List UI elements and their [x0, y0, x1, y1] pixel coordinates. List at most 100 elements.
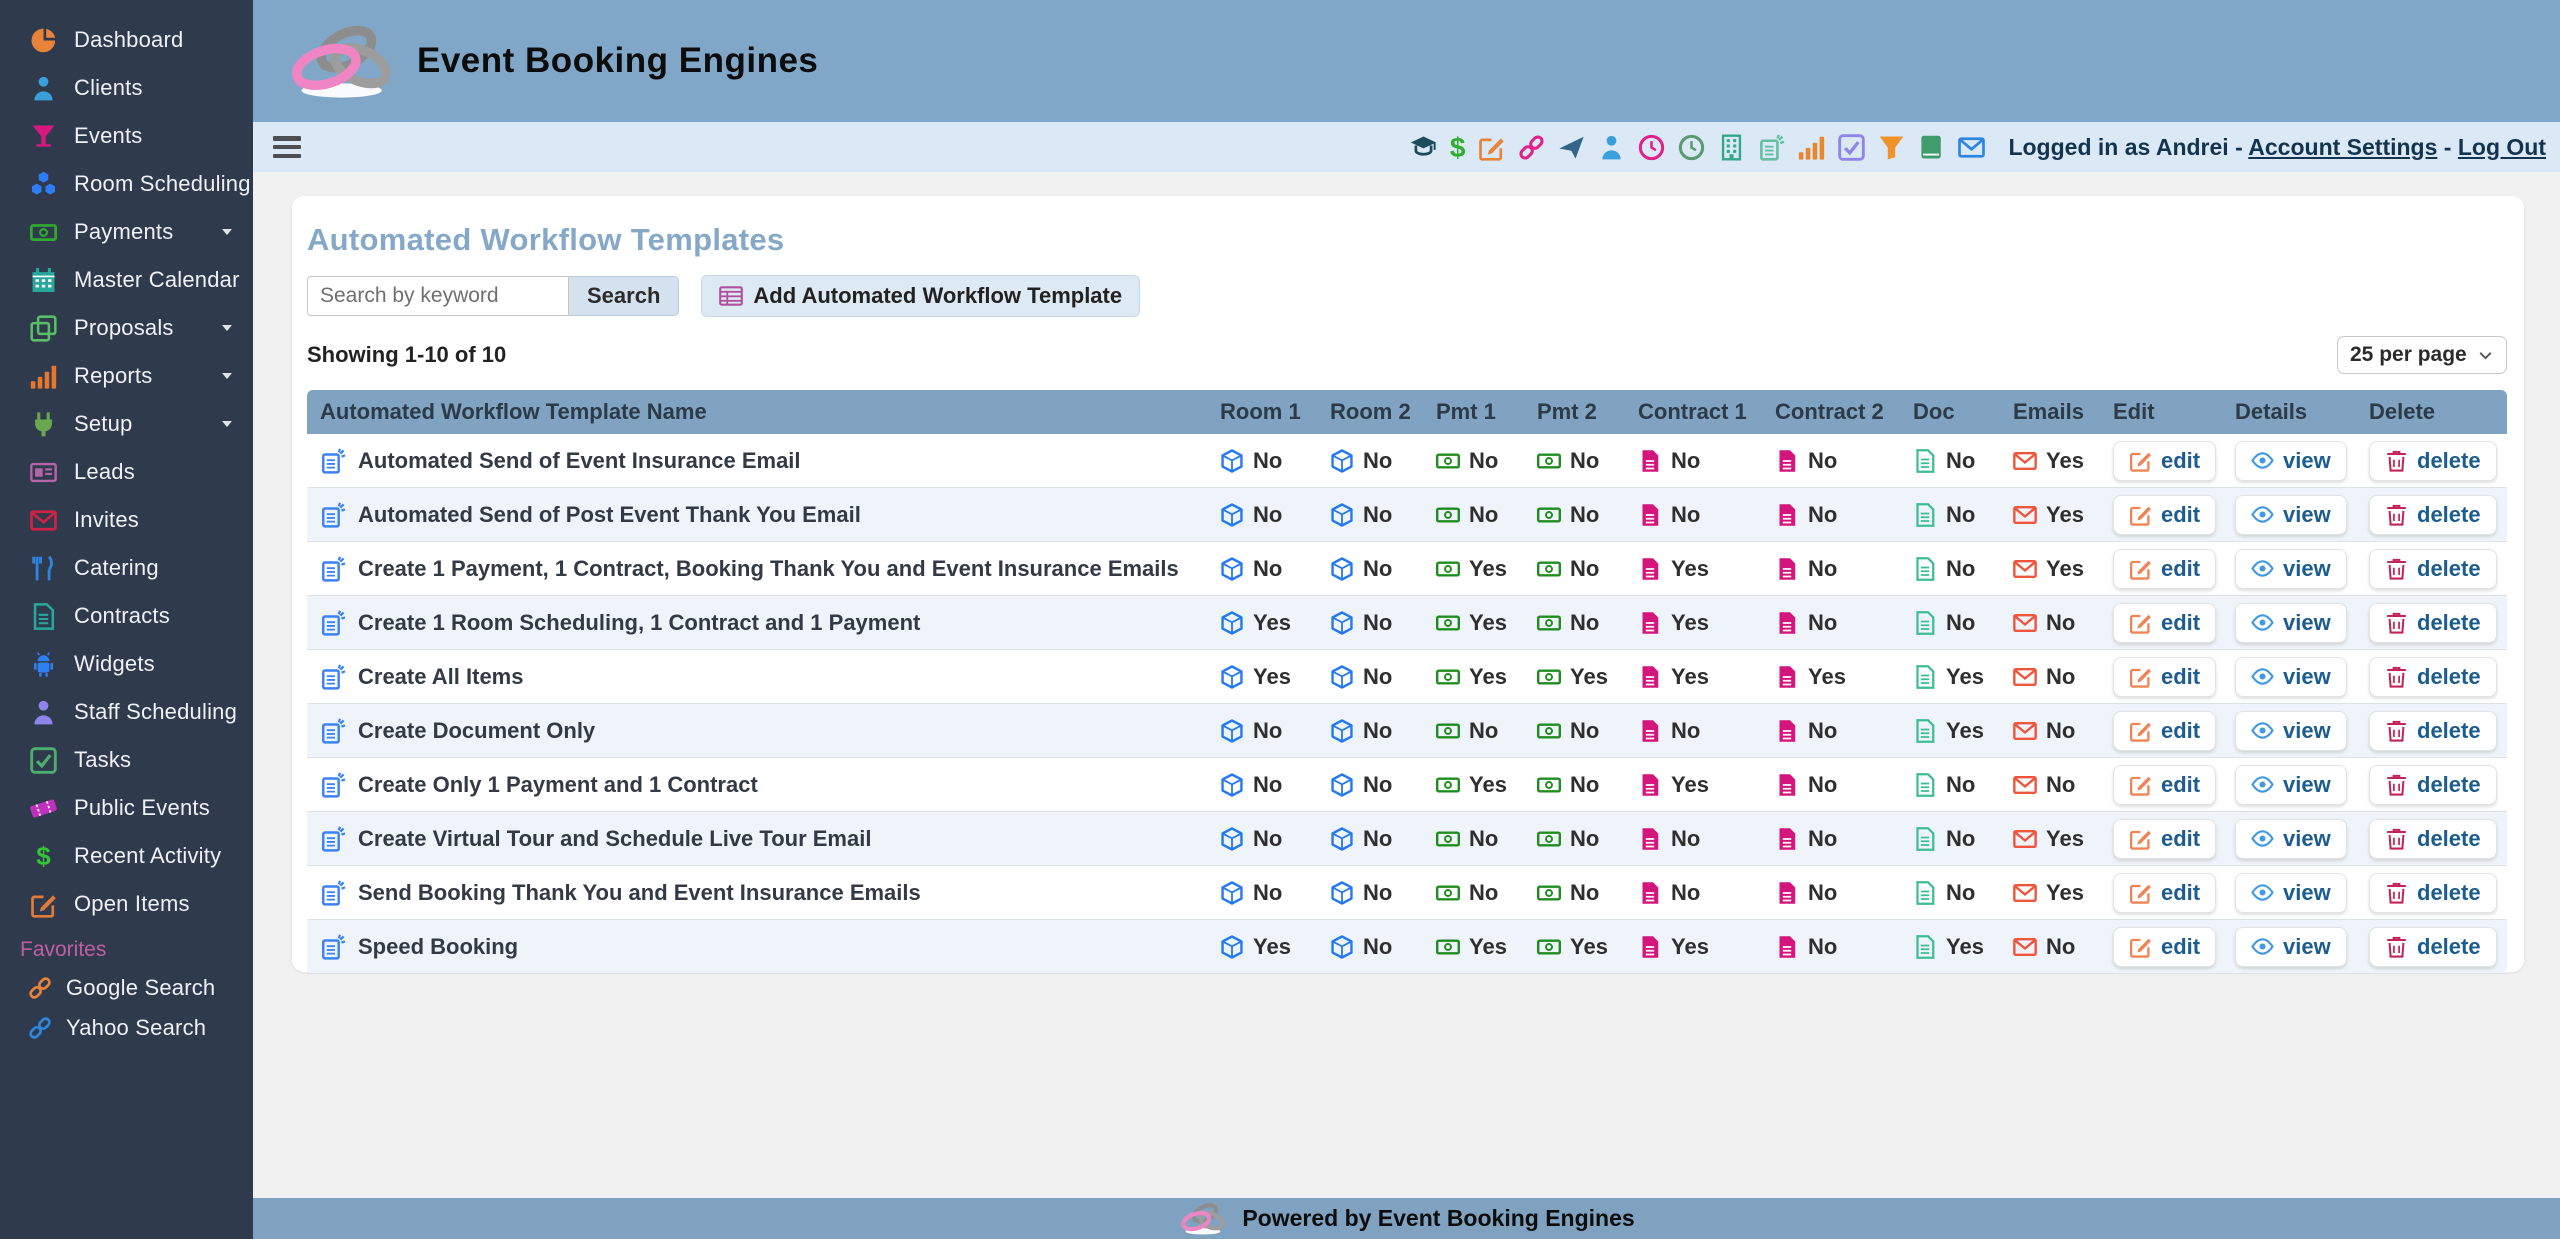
sidebar-item-recent-activity[interactable]: $ Recent Activity — [0, 832, 253, 880]
view-button[interactable]: view — [2235, 657, 2347, 697]
logged-in-text: Logged in as Andrei — [2008, 134, 2228, 160]
edit-button[interactable]: edit — [2113, 873, 2216, 913]
payment-icon — [1436, 719, 1460, 743]
edit-button[interactable]: edit — [2113, 603, 2216, 643]
room-cube-icon — [1330, 665, 1354, 689]
room-cube-icon — [1220, 449, 1244, 473]
view-button[interactable]: view — [2235, 765, 2347, 805]
envelope-icon[interactable] — [1958, 134, 1985, 161]
edit-button[interactable]: edit — [2113, 927, 2216, 967]
view-button[interactable]: view — [2235, 441, 2347, 481]
book-icon[interactable] — [1918, 134, 1945, 161]
view-button[interactable]: view — [2235, 873, 2347, 913]
edit-button[interactable]: edit — [2113, 549, 2216, 589]
check-square-icon[interactable] — [1838, 134, 1865, 161]
hamburger-menu-icon[interactable] — [273, 136, 301, 158]
workflow-name: Create All Items — [358, 664, 523, 690]
edit-icon — [2129, 881, 2152, 904]
document-icon — [1913, 719, 1937, 743]
search-button[interactable]: Search — [569, 276, 679, 316]
view-button[interactable]: view — [2235, 603, 2347, 643]
sidebar-item-payments[interactable]: Payments — [0, 208, 253, 256]
room-cube-icon — [1330, 827, 1354, 851]
paper-plane-icon[interactable] — [1558, 134, 1585, 161]
delete-button[interactable]: delete — [2369, 495, 2497, 535]
clock-green-icon[interactable] — [1678, 134, 1705, 161]
edit-button[interactable]: edit — [2113, 657, 2216, 697]
edit-icon — [2129, 449, 2152, 472]
bar-chart-icon[interactable] — [1798, 134, 1825, 161]
sidebar-item-catering[interactable]: Catering — [0, 544, 253, 592]
view-button[interactable]: view — [2235, 927, 2347, 967]
footer-text: Powered by Event Booking Engines — [1242, 1205, 1634, 1232]
account-settings-link[interactable]: Account Settings — [2248, 134, 2437, 160]
sidebar-item-reports[interactable]: Reports — [0, 352, 253, 400]
view-button[interactable]: view — [2235, 495, 2347, 535]
room-cube-icon — [1220, 611, 1244, 635]
dollar-icon[interactable]: $ — [1450, 134, 1466, 161]
edit-button[interactable]: edit — [2113, 495, 2216, 535]
sidebar-item-open-items[interactable]: Open Items — [0, 880, 253, 928]
delete-button[interactable]: delete — [2369, 441, 2497, 481]
sidebar-item-setup[interactable]: Setup — [0, 400, 253, 448]
sidebar-item-public-events[interactable]: Public Events — [0, 784, 253, 832]
col-delete: Delete — [2356, 390, 2507, 434]
clock-pink-icon[interactable] — [1638, 134, 1665, 161]
sidebar-item-google-search[interactable]: Google Search — [0, 968, 253, 1008]
document-signature-icon[interactable] — [1758, 134, 1785, 161]
sidebar-item-yahoo-search[interactable]: Yahoo Search — [0, 1008, 253, 1048]
sidebar-item-staff-scheduling[interactable]: Staff Scheduling — [0, 688, 253, 736]
col-doc: Doc — [1900, 390, 2000, 434]
sidebar-item-dashboard[interactable]: Dashboard — [0, 16, 253, 64]
per-page-select[interactable]: 25 per page — [2337, 336, 2507, 374]
sidebar-item-events[interactable]: Events — [0, 112, 253, 160]
sidebar-item-widgets[interactable]: Widgets — [0, 640, 253, 688]
delete-button[interactable]: delete — [2369, 873, 2497, 913]
payment-icon — [1436, 503, 1460, 527]
sidebar-item-tasks[interactable]: Tasks — [0, 736, 253, 784]
caret-down-icon — [219, 368, 235, 384]
delete-button[interactable]: delete — [2369, 819, 2497, 859]
sidebar-item-invites[interactable]: Invites — [0, 496, 253, 544]
view-button[interactable]: view — [2235, 549, 2347, 589]
sidebar-item-contracts[interactable]: Contracts — [0, 592, 253, 640]
eye-icon — [2251, 935, 2274, 958]
edit-square-icon[interactable] — [1478, 134, 1505, 161]
document-icon — [1913, 611, 1937, 635]
person-icon[interactable] — [1598, 134, 1625, 161]
view-button[interactable]: view — [2235, 711, 2347, 751]
delete-button[interactable]: delete — [2369, 765, 2497, 805]
sidebar-item-clients[interactable]: Clients — [0, 64, 253, 112]
graduation-cap-icon[interactable] — [1410, 134, 1437, 161]
workflow-doc-icon — [320, 448, 346, 474]
search-input[interactable] — [307, 276, 569, 316]
contract-icon — [1775, 665, 1799, 689]
sidebar-item-label: Yahoo Search — [66, 1015, 206, 1041]
workflow-doc-icon — [320, 772, 346, 798]
building-icon[interactable] — [1718, 134, 1745, 161]
add-workflow-template-button[interactable]: Add Automated Workflow Template — [701, 275, 1140, 317]
delete-button[interactable]: delete — [2369, 603, 2497, 643]
payment-icon — [1436, 449, 1460, 473]
edit-button[interactable]: edit — [2113, 819, 2216, 859]
edit-button[interactable]: edit — [2113, 711, 2216, 751]
workflow-doc-icon — [320, 664, 346, 690]
log-out-link[interactable]: Log Out — [2458, 134, 2546, 160]
filter-icon[interactable] — [1878, 134, 1905, 161]
toolbar: $ Logged in as Andrei - Account Settings… — [253, 122, 2560, 172]
table-row: Send Booking Thank You and Event Insuran… — [307, 866, 2507, 920]
view-button[interactable]: view — [2235, 819, 2347, 859]
sidebar-item-room-scheduling[interactable]: Room Scheduling — [0, 160, 253, 208]
delete-button[interactable]: delete — [2369, 927, 2497, 967]
email-icon — [2013, 665, 2037, 689]
edit-button[interactable]: edit — [2113, 765, 2216, 805]
delete-button[interactable]: delete — [2369, 711, 2497, 751]
sidebar-item-leads[interactable]: Leads — [0, 448, 253, 496]
edit-button[interactable]: edit — [2113, 441, 2216, 481]
sidebar-item-label: Tasks — [74, 747, 131, 773]
delete-button[interactable]: delete — [2369, 549, 2497, 589]
delete-button[interactable]: delete — [2369, 657, 2497, 697]
link-icon[interactable] — [1518, 134, 1545, 161]
sidebar-item-master-calendar[interactable]: Master Calendar — [0, 256, 253, 304]
sidebar-item-proposals[interactable]: Proposals — [0, 304, 253, 352]
